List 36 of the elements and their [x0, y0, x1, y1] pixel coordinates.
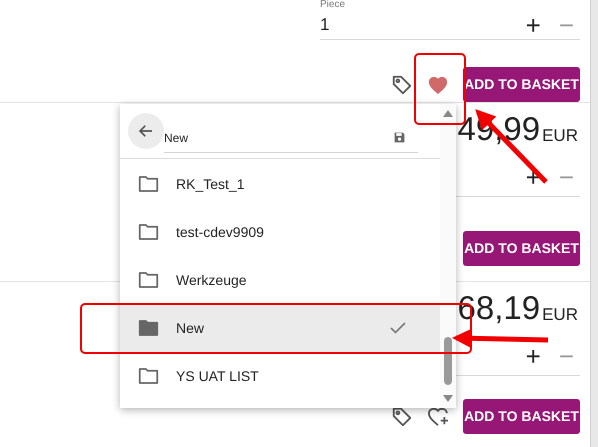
increase-button[interactable]: + [526, 12, 541, 38]
currency: EUR [542, 306, 578, 324]
scroll-thumb[interactable] [444, 337, 452, 385]
list-name: test-cdev9909 [176, 222, 265, 242]
list-name: RK_Test_1 [176, 174, 246, 194]
folder-icon [138, 223, 159, 241]
wishlist-item[interactable]: YS UAT LIST [120, 352, 440, 400]
list-name: New [176, 318, 206, 338]
tag-icon[interactable] [391, 74, 413, 96]
currency: EUR [542, 127, 578, 145]
increase-button[interactable]: + [526, 342, 541, 368]
quantity-value[interactable]: 1 [320, 12, 330, 38]
add-to-basket-button[interactable]: ADD TO BASKET [463, 67, 580, 102]
quantity-label: Piece [320, 0, 346, 10]
wishlist-item[interactable]: New [120, 304, 440, 352]
add-to-basket-button[interactable]: ADD TO BASKET [463, 231, 580, 266]
save-icon[interactable] [393, 131, 406, 144]
wishlist-item[interactable]: RK_Test_1 [120, 160, 440, 208]
scroll-down-icon[interactable] [443, 395, 453, 402]
check-icon [390, 322, 406, 334]
list-name: Werkzeuge [176, 270, 248, 290]
list-name: YS UAT LIST [176, 366, 260, 386]
folder-icon [138, 175, 159, 193]
folder-icon [138, 319, 159, 337]
scroll-up-icon[interactable] [443, 110, 453, 117]
list-name-input[interactable]: New [164, 128, 188, 146]
tag-icon[interactable] [391, 406, 413, 428]
folder-icon [138, 367, 159, 385]
wishlist-item[interactable]: test-cdev9909 [120, 208, 440, 256]
back-button[interactable] [128, 113, 164, 149]
price: 68,19 [458, 292, 540, 324]
add-to-basket-button[interactable]: ADD TO BASKET [463, 399, 580, 434]
wishlist-item[interactable]: Werkzeuge [120, 256, 440, 304]
heart-plus-icon[interactable] [427, 406, 449, 426]
folder-icon [138, 271, 159, 289]
heart-icon[interactable] [427, 74, 449, 94]
